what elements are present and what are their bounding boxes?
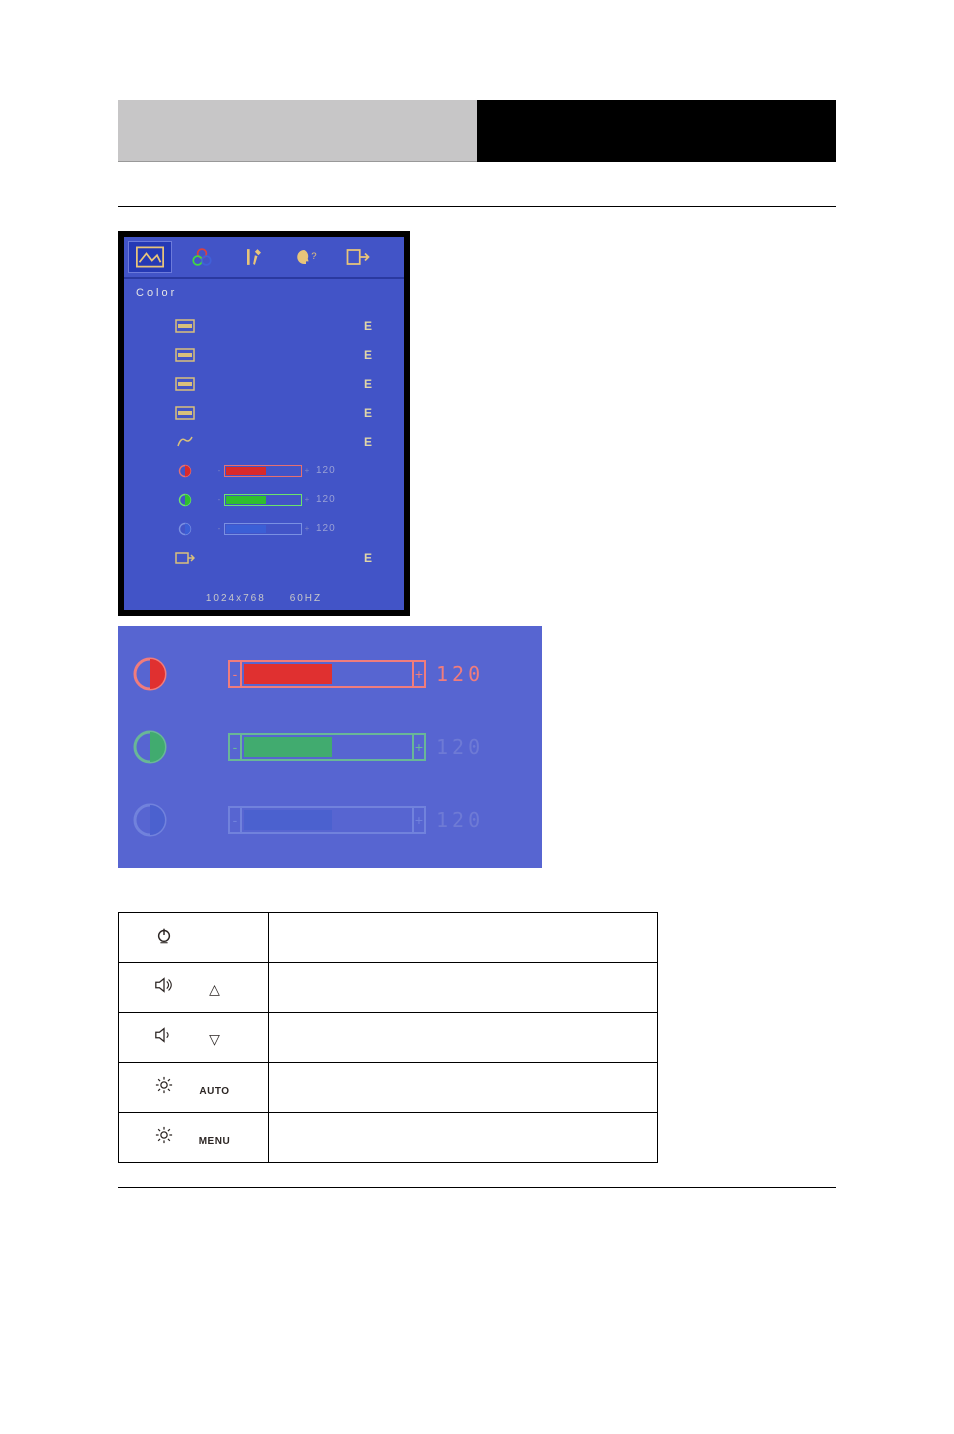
- rgb-detail: -+120 -+120 -+120: [118, 626, 542, 868]
- row-marker: E: [364, 551, 372, 565]
- svg-text:?: ?: [311, 251, 316, 262]
- header-left: [118, 100, 477, 162]
- green-value: 120: [316, 494, 336, 505]
- bottom-rule: [118, 1187, 836, 1188]
- auto-label: AUTO: [191, 1086, 237, 1097]
- volume-up-icon: [141, 976, 187, 994]
- table-row: [119, 913, 658, 963]
- return-icon: [174, 550, 196, 566]
- red-value: 120: [316, 465, 336, 476]
- osd-blue-slider-row[interactable]: -+120: [174, 514, 390, 543]
- brightness-icon: [141, 1076, 187, 1094]
- tools-icon: [240, 246, 268, 268]
- osd-green-slider-row[interactable]: -+120: [174, 485, 390, 514]
- head-question-icon: ?: [292, 246, 320, 268]
- tab-language[interactable]: ?: [284, 241, 328, 273]
- osd-preset-row[interactable]: E: [174, 340, 390, 369]
- swirl-icon: [174, 434, 196, 450]
- detail-green-row[interactable]: -+120: [132, 724, 528, 770]
- header-right: [477, 100, 836, 162]
- blue-value: 120: [316, 523, 336, 534]
- green-value: 120: [436, 735, 484, 759]
- blue-half-circle-icon: [132, 802, 168, 838]
- blue-slider[interactable]: -+120: [228, 806, 484, 834]
- picture-icon: [136, 246, 164, 268]
- blue-value: 120: [436, 808, 484, 832]
- osd-red-slider-row[interactable]: -+120: [174, 456, 390, 485]
- osd-preview: ? Color E E E: [118, 231, 410, 616]
- osd-title: Color: [124, 279, 404, 307]
- osd-tab-bar: ?: [124, 237, 404, 279]
- red-half-circle-icon: [132, 656, 168, 692]
- row-marker: E: [364, 377, 372, 391]
- tab-picture[interactable]: [128, 241, 172, 273]
- osd-preset-row[interactable]: E: [174, 427, 390, 456]
- table-row: AUTO: [119, 1063, 658, 1113]
- blue-slider[interactable]: -+120: [214, 523, 336, 535]
- green-slider[interactable]: -+120: [228, 733, 484, 761]
- refresh-label: 60HZ: [290, 593, 322, 604]
- power-icon: [141, 926, 187, 944]
- preset-icon: [174, 376, 196, 392]
- osd-preset-row[interactable]: E: [174, 369, 390, 398]
- osd-footer: 1024x768 60HZ: [124, 593, 404, 604]
- red-value: 120: [436, 662, 484, 686]
- green-slider[interactable]: -+120: [214, 494, 336, 506]
- top-rule: [118, 206, 836, 207]
- tab-exit[interactable]: [336, 241, 380, 273]
- red-slider[interactable]: -+120: [214, 465, 336, 477]
- blue-half-circle-icon: [174, 521, 196, 537]
- preset-icon: [174, 405, 196, 421]
- osd-preset-row[interactable]: E: [174, 398, 390, 427]
- up-triangle-icon: △: [191, 981, 237, 998]
- brightness-icon: [141, 1126, 187, 1144]
- row-marker: E: [364, 406, 372, 420]
- tab-tools[interactable]: [232, 241, 276, 273]
- table-row: △: [119, 963, 658, 1013]
- volume-down-icon: [141, 1026, 187, 1044]
- osd-body: E E E E E: [124, 307, 404, 572]
- preset-icon: [174, 318, 196, 334]
- menu-label: MENU: [191, 1136, 237, 1147]
- detail-blue-row[interactable]: -+120: [132, 797, 528, 843]
- preset-icon: [174, 347, 196, 363]
- osd-return-row[interactable]: E: [174, 543, 390, 572]
- row-marker: E: [364, 319, 372, 333]
- rgb-circles-icon: [188, 246, 216, 268]
- button-reference-table: △ ▽ AUTO: [118, 912, 658, 1163]
- header-bar: [118, 100, 836, 162]
- green-half-circle-icon: [174, 492, 196, 508]
- tab-color[interactable]: [180, 241, 224, 273]
- exit-icon: [344, 246, 372, 268]
- osd-preset-row[interactable]: E: [174, 311, 390, 340]
- red-half-circle-icon: [174, 463, 196, 479]
- down-triangle-icon: ▽: [191, 1031, 237, 1048]
- table-row: MENU: [119, 1113, 658, 1163]
- document-page: ? Color E E E: [0, 0, 954, 1248]
- table-row: ▽: [119, 1013, 658, 1063]
- green-half-circle-icon: [132, 729, 168, 765]
- row-marker: E: [364, 348, 372, 362]
- red-slider[interactable]: -+120: [228, 660, 484, 688]
- resolution-label: 1024x768: [206, 593, 266, 604]
- row-marker: E: [364, 435, 372, 449]
- detail-red-row[interactable]: -+120: [132, 651, 528, 697]
